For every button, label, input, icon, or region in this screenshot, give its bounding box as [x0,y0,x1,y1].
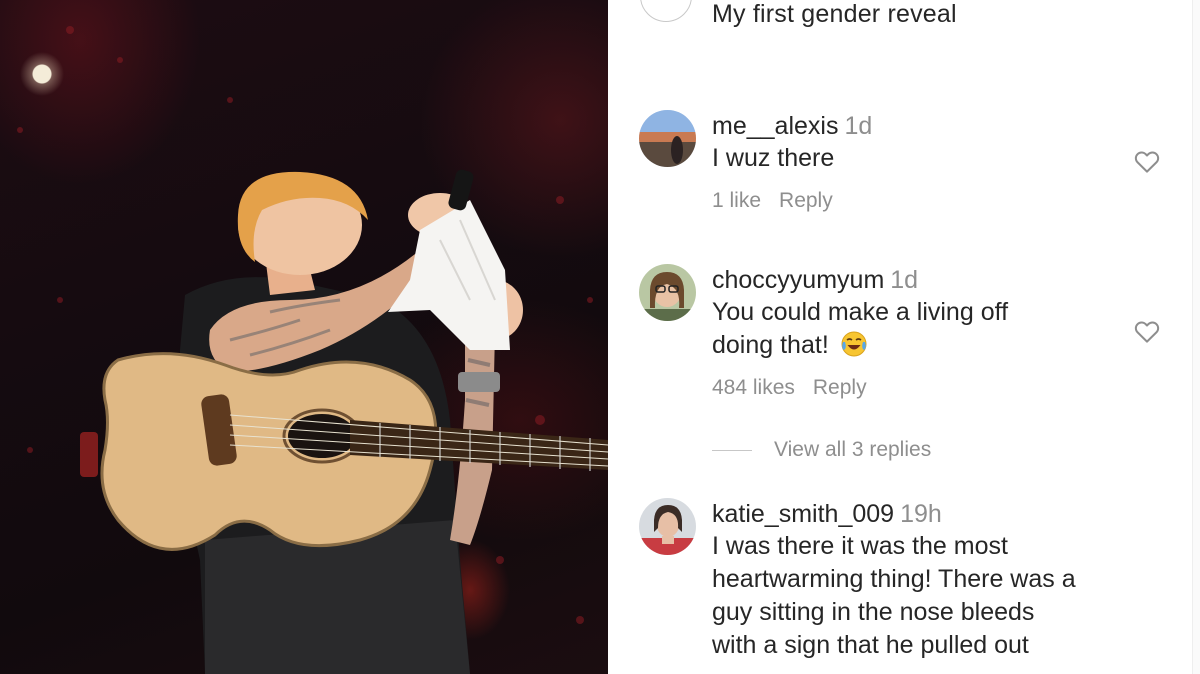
like-count[interactable]: 1 like [712,189,761,212]
avatar-image [639,110,696,167]
comment-item: me__alexis 1d I wuz there 1 like Reply [608,110,1193,230]
avatar-image [639,264,696,321]
comment-item: katie_smith_009 19h I was there it was th… [608,498,1193,674]
comment-text-line: with a sign that he pulled out [712,631,1029,659]
comment-meta: 1 like Reply [712,189,1132,213]
comment-text-line: guy sitting in the nose bleeds [712,598,1035,626]
view-replies-button[interactable]: View all 3 replies [712,438,931,462]
heart-outline-icon-glyph [1134,321,1160,343]
comment-header: choccyyumyum 1d [712,264,1132,296]
tears-of-joy-emoji-glyph [841,331,867,357]
comment-body: katie_smith_009 19h I was there it was th… [712,498,1152,662]
heart-outline-icon[interactable] [1132,146,1162,176]
heart-outline-icon[interactable] [1132,316,1162,346]
comment-username[interactable]: choccyyumyum [712,266,884,294]
view-replies-label[interactable]: View all 3 replies [774,438,931,461]
comment-username[interactable]: katie_smith_009 [712,500,894,528]
comment-meta: 484 likes Reply [712,376,1132,400]
comment-text-line: heartwarming thing! There was a [712,565,1076,593]
comment-header: me__alexis 1d [712,110,1132,142]
comment-text-line: You could make a living off [712,298,1009,326]
comment-text-line: I was there it was the most [712,532,1008,560]
commenter-avatar[interactable] [639,110,696,167]
comments-panel: My first gender reveal me__alexis 1d I wu… [608,0,1200,674]
comment-text-line-with-emoji: doing that! [712,329,1132,362]
comment-item: choccyyumyum 1d You could make a living o… [608,264,1193,434]
reply-button[interactable]: Reply [813,376,867,399]
reply-button[interactable]: Reply [779,189,833,212]
scrollbar[interactable] [1192,0,1200,674]
comment-time: 1d [844,112,873,140]
commenter-avatar[interactable] [639,498,696,555]
comment-body: me__alexis 1d I wuz there 1 like Reply [712,110,1132,213]
comment-body: choccyyumyum 1d You could make a living o… [712,264,1132,400]
post-caption: My first gender reveal [712,0,957,28]
avatar-image [639,498,696,555]
comment-text-line: doing that! [712,331,829,359]
photo-illustration [17,26,608,674]
comment-time: 1d [890,266,919,294]
like-count[interactable]: 484 likes [712,376,795,399]
replies-divider [712,449,752,451]
commenter-avatar[interactable] [639,264,696,321]
heart-outline-icon-glyph [1134,151,1160,173]
post-photo [0,0,608,674]
comment-time: 19h [900,500,942,528]
tears-of-joy-emoji-icon [840,330,868,358]
author-avatar[interactable] [640,0,692,22]
comment-username[interactable]: me__alexis [712,112,838,140]
comment-text: I wuz there [712,144,835,172]
comment-header: katie_smith_009 19h [712,498,1152,530]
